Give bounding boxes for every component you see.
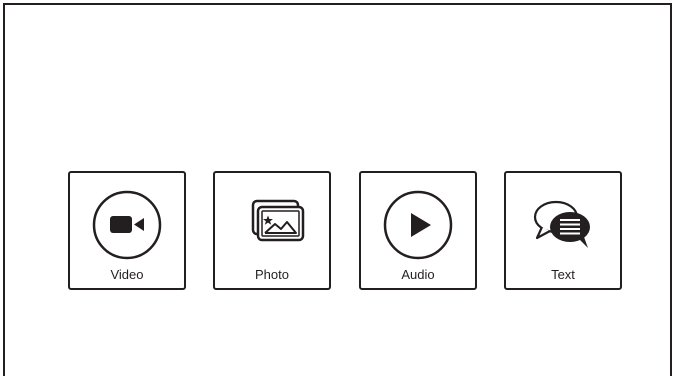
video-camera-icon [89, 187, 165, 263]
text-tile[interactable]: Text [504, 171, 622, 290]
speech-bubbles-icon [525, 187, 601, 263]
video-tile[interactable]: Video [68, 171, 186, 290]
photo-label: Photo [255, 267, 289, 282]
audio-tile[interactable]: Audio [359, 171, 477, 290]
audio-label: Audio [401, 267, 435, 282]
photo-gallery-icon [234, 187, 310, 263]
photo-tile[interactable]: Photo [213, 171, 331, 290]
text-label: Text [551, 267, 575, 282]
play-circle-icon [380, 187, 456, 263]
media-player-screen: Video Photo Audio Text [3, 3, 672, 376]
video-label: Video [110, 267, 144, 282]
